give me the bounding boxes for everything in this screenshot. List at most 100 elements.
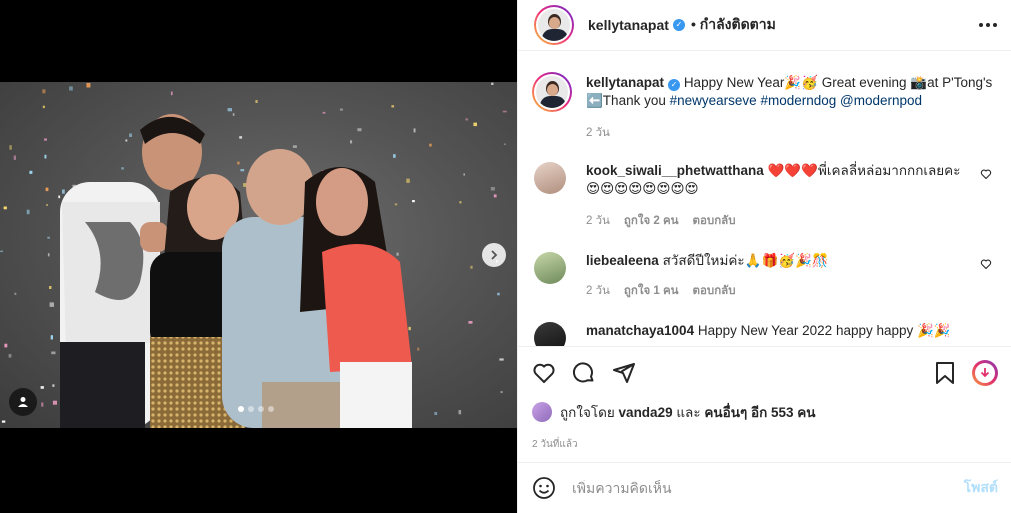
like-heart-icon[interactable] — [532, 361, 556, 385]
like-comment-heart-icon[interactable] — [980, 258, 992, 270]
confetti-piece — [45, 187, 49, 192]
confetti-piece — [26, 209, 30, 215]
next-slide-button[interactable] — [482, 243, 506, 267]
confetti-piece — [49, 286, 52, 289]
confetti-piece — [47, 236, 50, 239]
commenter-username[interactable]: kook_siwali__phetwatthana — [586, 163, 764, 178]
confetti-piece — [412, 200, 415, 203]
comment-text-2: 😍😍😍😍😍😍😍😍 — [586, 181, 699, 196]
more-options-icon[interactable] — [979, 23, 997, 27]
confetti-piece — [470, 265, 473, 269]
confetti-piece — [322, 111, 326, 114]
caption-avatar-image — [534, 74, 570, 110]
caption-text: Happy New Year🎉🥳 Great evening 📸at P'Ton… — [683, 75, 993, 90]
commenter-avatar[interactable] — [534, 252, 566, 284]
commenter-avatar[interactable] — [534, 322, 566, 346]
tagged-users-button[interactable] — [9, 388, 37, 416]
confetti-piece — [458, 410, 462, 415]
carousel-dot-1 — [238, 406, 244, 412]
commenter-username[interactable]: manatchaya1004 — [586, 323, 694, 338]
confetti-piece — [406, 178, 410, 183]
confetti-piece — [350, 140, 353, 144]
like-comment-heart-icon[interactable] — [980, 168, 992, 180]
post-actions: ถูกใจโดย vanda29 และ คนอื่นๆ อีก 553 คน … — [518, 346, 1011, 464]
confetti-piece — [42, 105, 45, 109]
carousel-dot-2 — [248, 406, 254, 412]
post-comment-button[interactable]: โพสต์ — [964, 477, 998, 499]
liker-avatar[interactable] — [532, 402, 552, 422]
confetti-piece — [42, 89, 46, 94]
likes-prefix: ถูกใจโดย — [560, 405, 615, 420]
confetti-piece — [463, 173, 465, 176]
comment-likes[interactable]: ถูกใจ 1 คน — [624, 282, 679, 300]
follow-status[interactable]: • กำลังติดตาม — [691, 14, 776, 36]
confetti-piece — [8, 354, 12, 358]
confetti-piece — [1, 420, 6, 423]
comment-time[interactable]: 2 วัน — [586, 212, 610, 230]
share-paper-plane-icon[interactable] — [612, 361, 636, 385]
author-avatar[interactable] — [534, 5, 574, 45]
liker-username[interactable]: vanda29 — [619, 405, 673, 420]
confetti-piece — [46, 204, 48, 206]
confetti-piece — [50, 335, 53, 340]
caption-username[interactable]: kellytanapat — [586, 75, 664, 90]
caption-body: kellytanapat ✓ Happy New Year🎉🥳 Great eve… — [586, 74, 996, 142]
comment-time[interactable]: 2 วัน — [586, 282, 610, 300]
confetti-piece — [459, 201, 462, 204]
confetti-piece — [49, 302, 54, 307]
confetti-piece — [339, 108, 343, 111]
confetti-piece — [396, 252, 399, 256]
comment-likes[interactable]: ถูกใจ 2 คน — [624, 212, 679, 230]
confetti-piece — [40, 386, 44, 389]
confetti-piece — [497, 292, 500, 296]
carousel-dot-3 — [258, 406, 264, 412]
comment-text: สวัสดีปีใหม่ค่ะ🙏🎁🥳🎉🎊 — [662, 253, 829, 268]
reply-button[interactable]: ตอบกลับ — [693, 282, 736, 300]
confetti-piece — [468, 321, 473, 324]
confetti-piece — [9, 145, 12, 150]
caption-time[interactable]: 2 วัน — [586, 124, 610, 142]
save-bookmark-icon[interactable] — [934, 361, 956, 385]
comments-list: kellytanapat ✓ Happy New Year🎉🥳 Great eve… — [518, 56, 1011, 346]
post-header: kellytanapat ✓ • กำลังติดตาม — [518, 0, 1011, 51]
avatar-image — [536, 7, 572, 43]
comment-bubble-icon[interactable] — [572, 361, 596, 385]
verified-badge-icon: ✓ — [668, 79, 681, 91]
confetti-piece — [255, 100, 258, 103]
confetti-piece — [465, 118, 469, 121]
caption-avatar[interactable] — [532, 72, 572, 112]
confetti-piece — [393, 154, 396, 158]
emoji-icon[interactable] — [532, 476, 556, 500]
confetti-piece — [500, 391, 503, 394]
commenter-avatar[interactable] — [534, 162, 566, 194]
post-photo[interactable] — [0, 82, 517, 428]
caption-text-2: ⬅️Thank you — [586, 93, 666, 108]
likes-count[interactable]: คนอื่นๆ อีก 553 คน — [704, 401, 815, 423]
hashtag-link[interactable]: #newyearseve — [670, 93, 757, 108]
reply-button[interactable]: ตอบกลับ — [693, 212, 736, 230]
comment-body: liebealeena สวัสดีปีใหม่ค่ะ🙏🎁🥳🎉🎊 2 วัน ถ… — [586, 252, 976, 300]
confetti-piece — [69, 86, 73, 91]
confetti-piece — [44, 138, 47, 141]
post-sidebar: kellytanapat ✓ • กำลังติดตาม kellytanapa… — [517, 0, 1011, 513]
mention-link[interactable]: @modernpod — [840, 93, 922, 108]
confetti-piece — [3, 206, 7, 210]
likes-conjunction: และ — [676, 405, 701, 420]
download-icon[interactable] — [972, 360, 998, 386]
confetti-piece — [473, 122, 477, 127]
commenter-username[interactable]: liebealeena — [586, 253, 659, 268]
confetti-piece — [237, 161, 240, 165]
confetti-piece — [434, 412, 438, 415]
confetti-piece — [129, 133, 132, 137]
confetti-piece — [240, 169, 245, 172]
comment-input[interactable] — [572, 480, 964, 496]
confetti-piece — [121, 167, 124, 170]
confetti-piece — [502, 110, 507, 113]
confetti-piece — [491, 82, 494, 85]
hashtag-link[interactable]: #moderndog — [760, 93, 836, 108]
confetti-piece — [86, 83, 91, 88]
posted-time[interactable]: 2 วันที่แล้ว — [532, 437, 998, 452]
author-username[interactable]: kellytanapat — [588, 17, 669, 33]
confetti-piece — [0, 250, 4, 253]
confetti-piece — [52, 400, 57, 405]
